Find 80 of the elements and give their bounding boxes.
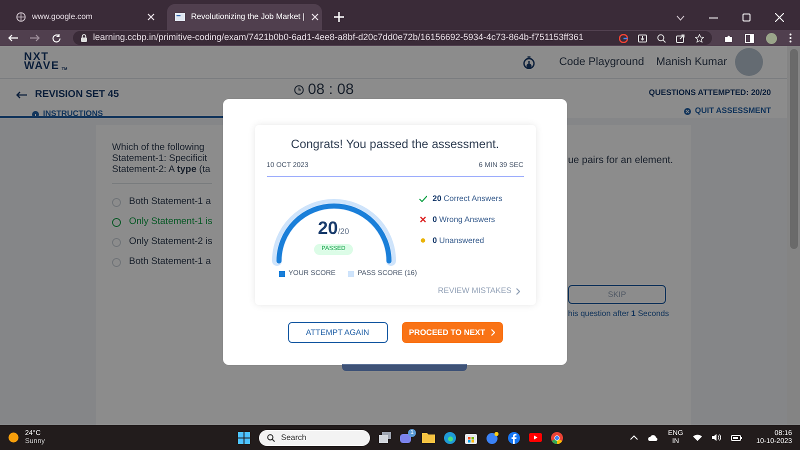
sun-icon (8, 432, 19, 443)
chat-icon[interactable] (400, 432, 413, 444)
close-icon[interactable] (310, 13, 319, 21)
side-panel-icon[interactable] (745, 34, 754, 42)
radio-button[interactable] (112, 258, 121, 267)
user-name: Manish Kumar (656, 54, 727, 70)
maximize-icon[interactable] (742, 13, 751, 22)
install-icon[interactable] (638, 34, 647, 42)
question-text: ue pairs for an element. (568, 154, 674, 168)
browser-tab[interactable]: www.google.com (8, 4, 163, 30)
radio-button[interactable] (112, 238, 121, 247)
globe-icon (16, 12, 26, 22)
question-text: Which of the following (112, 142, 206, 153)
skip-note: his question after 1 Seconds (568, 308, 670, 320)
attempt-again-button[interactable]: ATTEMPT AGAIN (288, 322, 388, 343)
volume-icon[interactable] (712, 434, 722, 441)
battery-icon[interactable] (731, 434, 742, 440)
windows-icon[interactable] (238, 432, 250, 444)
review-mistakes-link[interactable]: REVIEW MISTAKES (438, 285, 520, 297)
search-icon (267, 434, 275, 442)
chevron-down-icon[interactable] (676, 14, 685, 20)
close-circle-icon (684, 108, 691, 114)
pass-score-swatch (348, 270, 354, 277)
answer-option[interactable]: Only Statement-1 is (112, 216, 212, 229)
stat-text: 0 Unanswered (432, 234, 484, 246)
wifi-icon[interactable] (693, 434, 702, 441)
answer-option[interactable]: Both Statement-1 a (112, 196, 212, 209)
reload-icon[interactable] (52, 34, 61, 42)
more-icon[interactable] (789, 33, 792, 43)
star-icon[interactable] (695, 34, 704, 42)
windows-stack-icon[interactable] (379, 432, 391, 443)
score-value: 20 (318, 216, 338, 240)
instructions-tab[interactable]: INSTRUCTIONS (16, 108, 119, 120)
youtube-icon[interactable] (529, 433, 542, 442)
cross-icon (418, 216, 426, 223)
browser-tab[interactable]: Revolutionizing the Job Market | (167, 4, 322, 30)
scrollbar[interactable] (787, 46, 800, 425)
your-score-swatch (278, 270, 284, 277)
plus-icon[interactable] (334, 12, 344, 22)
forward-icon[interactable] (30, 34, 40, 42)
chevron-right-icon (491, 329, 496, 336)
zoom-icon[interactable] (657, 34, 666, 42)
countdown-timer: 08 : 08 (308, 81, 354, 98)
score-total: /20 (338, 226, 350, 238)
cloud-icon[interactable] (648, 434, 658, 440)
search-field[interactable]: Search (259, 430, 370, 446)
folder-icon[interactable] (422, 432, 435, 443)
radio-button[interactable] (112, 218, 121, 227)
check-icon (418, 195, 426, 202)
exam-title: REVISION SET 45 (35, 88, 119, 102)
answer-option[interactable]: Both Statement-1 a (112, 256, 212, 269)
question-text: Statement-2: A type (ta (112, 164, 212, 175)
stopwatch-icon[interactable] (523, 56, 536, 68)
address-bar[interactable]: learning.ccbp.in/primitive-coding/exam/7421b0b0-6ad1-4ee8-a8bf-d20c7dd0e72b/16156692-5934-4c73-864b-f751153ff361 (73, 31, 712, 45)
quit-assessment-link[interactable]: QUIT ASSESSMENT (684, 105, 771, 117)
dot-icon (418, 237, 426, 244)
clock-icon (294, 84, 304, 94)
proceed-button[interactable]: PROCEED TO NEXT (402, 322, 502, 343)
stat-text: 20 Correct Answers (432, 192, 502, 204)
answer-option[interactable]: Only Statement-2 is (112, 236, 212, 249)
lock-icon (81, 34, 87, 42)
share-icon[interactable] (676, 34, 685, 42)
page-icon (175, 12, 185, 22)
back-icon[interactable] (8, 34, 18, 42)
code-playground-link[interactable]: Code Playground (559, 54, 644, 70)
result-title: Congrats! You passed the assessment. (290, 136, 500, 153)
store-icon[interactable] (465, 432, 477, 444)
chevron-up-icon[interactable] (630, 435, 638, 440)
chevron-right-icon (516, 288, 520, 294)
back-arrow-icon[interactable] (16, 90, 27, 98)
radio-button[interactable] (112, 198, 121, 207)
attempted-count: QUESTIONS ATTEMPTED: 20/20 (648, 87, 771, 99)
stat-text: 0 Wrong Answers (432, 214, 496, 226)
extensions-icon[interactable] (724, 34, 733, 42)
minimize-icon[interactable] (709, 16, 718, 18)
chrome-icon[interactable] (551, 432, 563, 444)
question-text: Statement-1: Specificit (112, 153, 208, 164)
profile-avatar[interactable] (766, 32, 777, 44)
close-icon[interactable] (147, 13, 155, 21)
facebook-icon[interactable] (508, 432, 520, 444)
